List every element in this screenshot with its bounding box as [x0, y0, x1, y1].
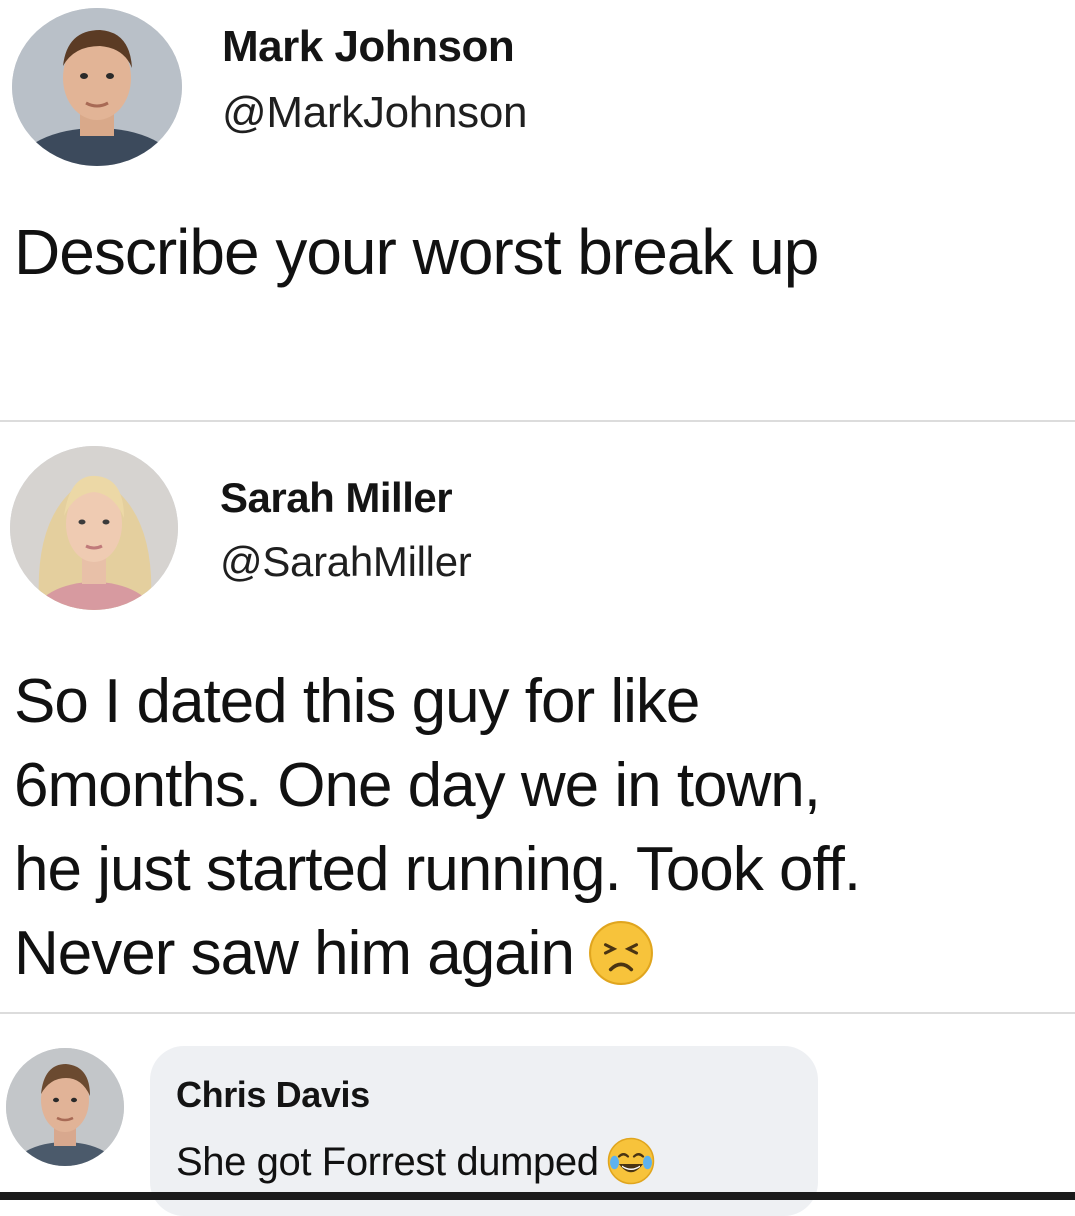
comment-text: She got Forrest dumped	[176, 1140, 599, 1184]
comment-bubble[interactable]	[150, 1046, 818, 1216]
original-post: Mark Johnson @MarkJohnson Describe your …	[0, 0, 1075, 420]
reply-text-block: So I dated this guy for like 6months. On…	[14, 660, 1074, 996]
divider	[0, 420, 1075, 422]
reply-text: So I dated this guy for like 6months. On…	[14, 667, 861, 988]
profile-photo-icon	[10, 446, 178, 610]
author-name[interactable]: Sarah Miller	[220, 474, 453, 522]
bottom-edge	[0, 1192, 1075, 1200]
profile-photo-icon	[6, 1048, 124, 1166]
comment-text-block: She got Forrest dumped	[176, 1138, 655, 1185]
avatar-mark-johnson[interactable]	[12, 8, 182, 166]
divider	[0, 1012, 1075, 1014]
profile-photo-icon	[12, 8, 182, 166]
comment-author-name[interactable]: Chris Davis	[176, 1074, 370, 1116]
author-handle[interactable]: @SarahMiller	[220, 538, 472, 586]
author-handle[interactable]: @MarkJohnson	[222, 88, 528, 138]
face-with-tears-of-joy-icon	[607, 1138, 654, 1185]
post-text: Describe your worst break up	[14, 216, 819, 288]
persevering-face-icon	[588, 920, 653, 985]
author-name[interactable]: Mark Johnson	[222, 22, 515, 72]
avatar-chris-davis[interactable]	[6, 1048, 124, 1166]
avatar-sarah-miller[interactable]	[10, 446, 178, 610]
